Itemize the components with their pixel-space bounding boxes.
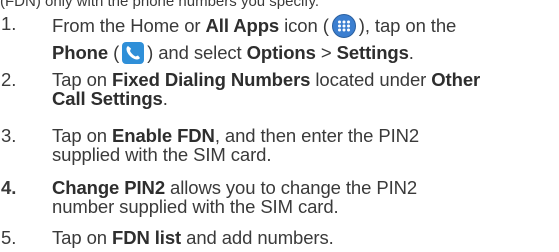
call-settings-label: Call Settings xyxy=(52,88,163,109)
step-number: 3. xyxy=(1,125,17,146)
step-text: . xyxy=(162,88,168,109)
step-text: From the Home or xyxy=(52,15,206,36)
step-1: 1. From the Home or All Apps icon ( ), ta… xyxy=(0,14,559,70)
phone-label: Phone xyxy=(52,42,109,63)
step-number: 1. xyxy=(1,13,17,34)
step-number: 2. xyxy=(1,69,17,90)
step-text: Tap on xyxy=(52,227,112,248)
step-text: Tap on xyxy=(52,69,112,90)
step-text: ( xyxy=(108,42,120,63)
step-text: icon ( xyxy=(279,15,329,36)
step-5: 5. Tap on FDN list and add numbers. xyxy=(0,228,559,252)
fixed-dialing-numbers-label: Fixed Dialing Numbers xyxy=(112,69,311,90)
step-text: and add numbers. xyxy=(181,227,334,248)
step-text: ), tap on the xyxy=(358,15,457,36)
step-text: > xyxy=(315,42,337,63)
step-4: 4. Change PIN2 allows you to change the … xyxy=(0,178,559,228)
steps-list: 1. From the Home or All Apps icon ( ), ta… xyxy=(0,14,559,252)
step-text: number supplied with the SIM card. xyxy=(52,196,339,217)
step-text: Tap on xyxy=(52,125,112,146)
step-text: . xyxy=(408,42,414,63)
step-3: 3. Tap on Enable FDN, and then enter the… xyxy=(0,126,559,178)
step-text: allows you to change the PIN2 xyxy=(165,177,418,198)
change-pin2-label: Change PIN2 xyxy=(52,177,166,198)
phone-icon xyxy=(121,41,145,68)
step-2: 2. Tap on Fixed Dialing Numbers located … xyxy=(0,70,559,126)
step-text: ) and select xyxy=(147,42,247,63)
step-text: supplied with the SIM card. xyxy=(52,144,272,165)
step-text: , and then enter the PIN2 xyxy=(214,125,420,146)
all-apps-icon xyxy=(331,14,357,41)
clipped-top-text: (FDN) only with the phone numbers you sp… xyxy=(0,0,320,10)
fdn-list-label: FDN list xyxy=(112,227,182,248)
settings-label: Settings xyxy=(336,42,409,63)
enable-fdn-label: Enable FDN xyxy=(112,125,215,146)
options-label: Options xyxy=(246,42,316,63)
step-number: 4. xyxy=(1,177,17,198)
all-apps-label: All Apps xyxy=(205,15,280,36)
step-text: located under xyxy=(310,69,432,90)
other-label: Other xyxy=(431,69,481,90)
step-number: 5. xyxy=(1,227,17,248)
